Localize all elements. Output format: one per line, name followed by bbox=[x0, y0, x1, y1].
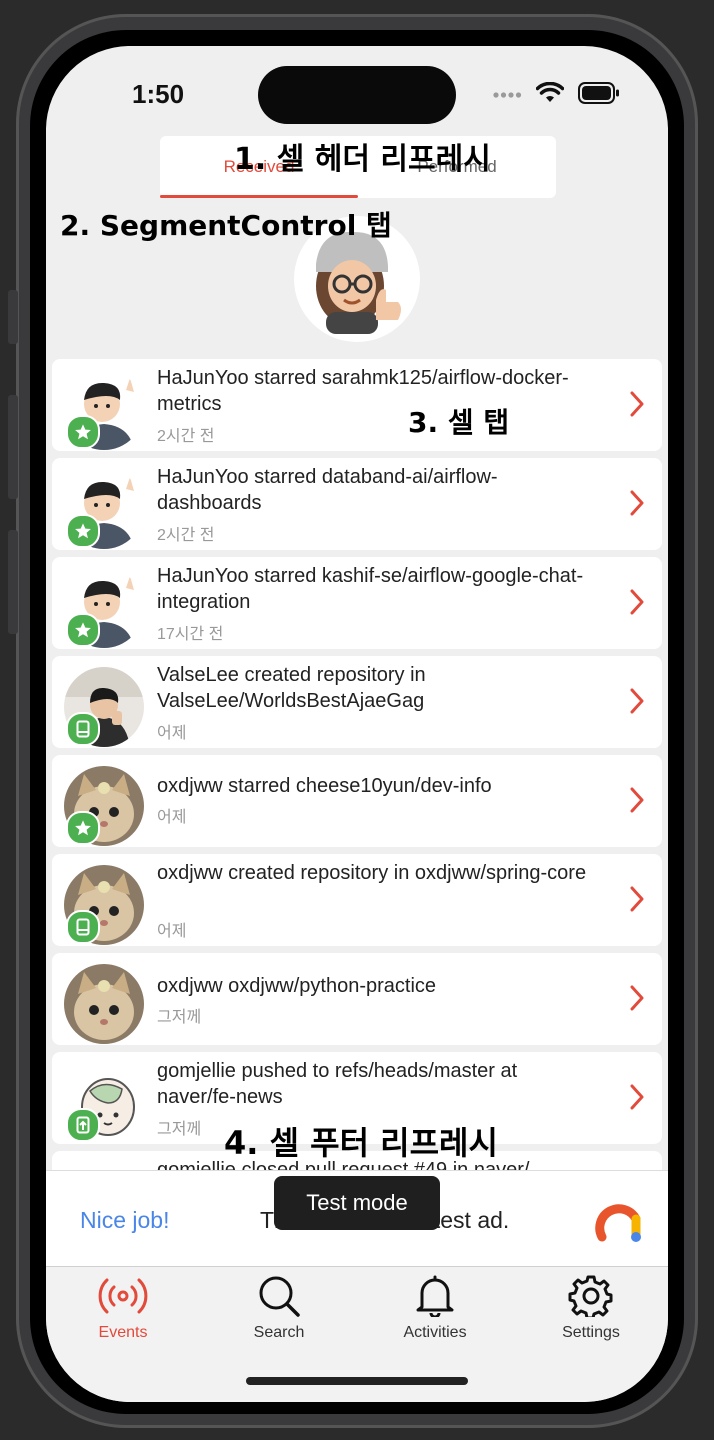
chevron-right-icon bbox=[630, 985, 644, 1016]
annotation-header-refresh: 1. 셀 헤더 리프레시 bbox=[234, 142, 491, 177]
feed-cell[interactable]: HaJunYoo starred kashif-se/airflow-googl… bbox=[52, 557, 662, 649]
feed-cell[interactable]: oxdjww oxdjww/python-practice 그저께 bbox=[52, 953, 662, 1045]
battery-icon bbox=[578, 82, 620, 109]
tab-label: Events bbox=[98, 1324, 148, 1341]
chevron-right-icon bbox=[630, 391, 644, 422]
chevron-right-icon bbox=[630, 490, 644, 521]
feed-cell-title: HaJunYoo starred kashif-se/airflow-googl… bbox=[157, 565, 584, 613]
cellular-signal-icon bbox=[492, 87, 522, 105]
side-button bbox=[8, 530, 18, 634]
feed-cell-title: HaJunYoo starred sarahmk125/airflow-dock… bbox=[157, 367, 569, 415]
tab-label: Activities bbox=[403, 1324, 467, 1341]
bell-icon bbox=[416, 1275, 454, 1319]
ad-nice-job-text: Nice job! bbox=[80, 1207, 170, 1233]
feed-cell[interactable]: oxdjww starred cheese10yun/dev-info 어제 bbox=[52, 755, 662, 847]
home-indicator bbox=[246, 1377, 468, 1385]
feed-cell[interactable]: HaJunYoo starred databand-ai/airflow-das… bbox=[52, 458, 662, 550]
repository-icon bbox=[66, 910, 100, 944]
test-mode-toast: Test mode bbox=[274, 1176, 440, 1230]
feed-cell-title: oxdjww starred cheese10yun/dev-info bbox=[157, 775, 492, 797]
tab-events[interactable]: Events bbox=[48, 1275, 198, 1342]
feed-cell-time: 그저께 bbox=[157, 1121, 202, 1138]
tab-activities[interactable]: Activities bbox=[360, 1275, 510, 1342]
chevron-right-icon bbox=[630, 787, 644, 818]
star-icon bbox=[66, 415, 100, 449]
chevron-right-icon bbox=[630, 886, 644, 917]
side-button bbox=[8, 395, 18, 499]
annotation-segment-tap: 2. SegmentControl 탭 bbox=[60, 209, 392, 242]
chevron-right-icon bbox=[630, 688, 644, 719]
segment-selected-indicator bbox=[160, 195, 358, 198]
feed-cell-title: gomjellie pushed to refs/heads/master at… bbox=[157, 1060, 518, 1108]
feed-cell[interactable]: oxdjww created repository in oxdjww/spri… bbox=[52, 854, 662, 946]
annotation-cell-tap: 3. 셀 탭 bbox=[408, 406, 510, 439]
chevron-right-icon bbox=[630, 1084, 644, 1115]
star-icon bbox=[66, 514, 100, 548]
broadcast-icon bbox=[98, 1278, 148, 1314]
feed-cell-time: 그저께 bbox=[157, 1009, 202, 1026]
star-icon bbox=[66, 811, 100, 845]
status-icons bbox=[492, 81, 620, 109]
user-avatar bbox=[64, 964, 144, 1044]
bottom-tab-bar: Events Search Activities Settings bbox=[46, 1266, 668, 1402]
ad-logo-icon bbox=[594, 1199, 644, 1250]
app-screen: 1:50 Received Performed HaJunYoo starred… bbox=[46, 46, 668, 1402]
search-icon bbox=[259, 1276, 300, 1317]
feed-cell-time: 2시간 전 bbox=[157, 527, 215, 544]
feed-cell-title: oxdjww created repository in oxdjww/spri… bbox=[157, 862, 587, 884]
chevron-right-icon bbox=[630, 589, 644, 620]
feed-cell[interactable]: ValseLee created repository in ValseLee/… bbox=[52, 656, 662, 748]
feed-cell-title: HaJunYoo starred databand-ai/airflow-das… bbox=[157, 466, 498, 514]
repository-icon bbox=[66, 712, 100, 746]
feed-cell-time: 어제 bbox=[157, 923, 187, 940]
tab-search[interactable]: Search bbox=[204, 1275, 354, 1342]
feed-cell-time: 17시간 전 bbox=[157, 626, 224, 643]
tab-label: Settings bbox=[562, 1324, 620, 1341]
push-icon bbox=[66, 1108, 100, 1142]
gear-icon bbox=[568, 1275, 613, 1320]
event-feed-list: HaJunYoo starred sarahmk125/airflow-dock… bbox=[52, 359, 662, 1250]
feed-cell-time: 어제 bbox=[157, 809, 187, 826]
annotation-footer-refresh: 4. 셀 푸터 리프레시 bbox=[224, 1124, 498, 1162]
feed-cell-time: 2시간 전 bbox=[157, 428, 215, 445]
feed-cell-title: ValseLee created repository in ValseLee/… bbox=[157, 664, 426, 712]
tab-settings[interactable]: Settings bbox=[516, 1275, 666, 1342]
wifi-icon bbox=[535, 81, 565, 109]
star-icon bbox=[66, 613, 100, 647]
tab-label: Search bbox=[253, 1324, 305, 1341]
dynamic-island bbox=[258, 66, 456, 124]
feed-cell-title: oxdjww oxdjww/python-practice bbox=[157, 975, 437, 997]
feed-cell[interactable]: HaJunYoo starred sarahmk125/airflow-dock… bbox=[52, 359, 662, 451]
side-button bbox=[8, 290, 18, 344]
status-time: 1:50 bbox=[132, 79, 185, 109]
feed-cell-time: 어제 bbox=[157, 725, 187, 742]
